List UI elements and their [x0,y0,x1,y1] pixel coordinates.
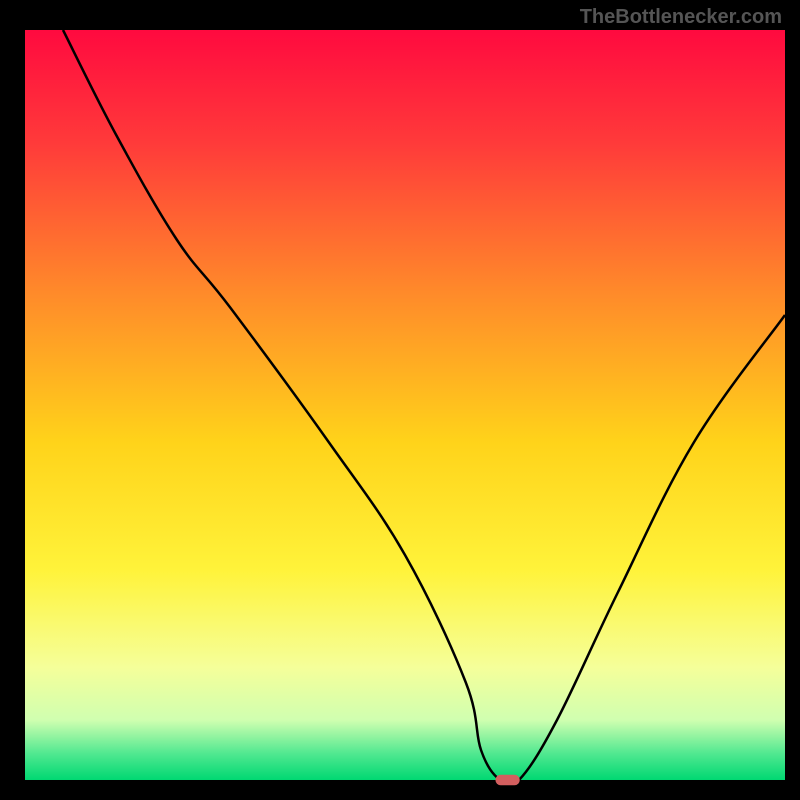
optimal-marker [495,775,519,786]
watermark-text: TheBottlenecker.com [580,6,782,29]
bottleneck-chart [0,0,800,800]
chart-svg [0,0,800,800]
chart-background [25,30,785,780]
